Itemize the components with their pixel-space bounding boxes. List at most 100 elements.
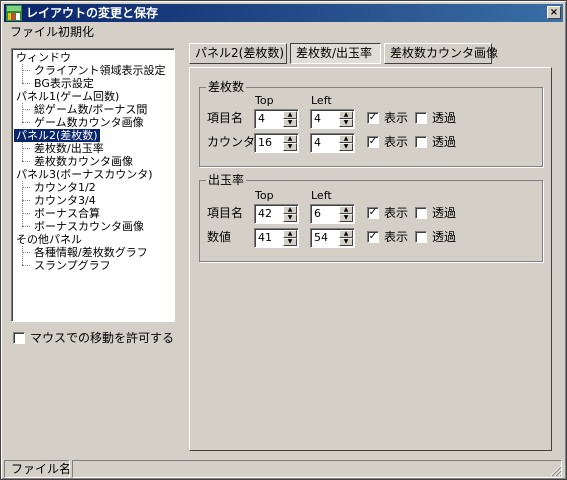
tree-connector: [22, 226, 30, 227]
samaisu-row2-left-spin[interactable]: 4 ▲ ▼: [310, 133, 355, 153]
status-filename-value: [72, 460, 562, 478]
tree-connector: [22, 252, 30, 253]
tree-node-group[interactable]: パネル1(ゲーム回数): [14, 90, 121, 103]
spin-up-icon[interactable]: ▲: [339, 206, 353, 214]
spin-down-icon[interactable]: ▼: [283, 214, 297, 222]
mouse-move-checkbox[interactable]: [13, 332, 25, 344]
spin-down-icon[interactable]: ▼: [283, 238, 297, 246]
tree-connector: [22, 181, 23, 226]
samaisu-col-left: Left: [311, 94, 332, 107]
tree-node-item[interactable]: カウンタ3/4: [32, 194, 98, 207]
spin-up-icon[interactable]: ▲: [339, 135, 353, 143]
dedama-row2-trans-label: 透過: [432, 230, 457, 244]
tree-node-item[interactable]: スランプグラフ: [32, 259, 113, 272]
tree-node-group[interactable]: ウィンドウ: [14, 51, 73, 64]
status-bar: ファイル名: [4, 459, 563, 478]
dedama-row2-show-checkbox[interactable]: ✓: [367, 231, 379, 243]
tree-connector: [22, 64, 23, 83]
tree-node-item[interactable]: 差枚数カウンタ画像: [32, 155, 135, 168]
tree-node-item[interactable]: 差枚数/出玉率: [32, 142, 106, 155]
dedama-row2-show-label: 表示: [384, 230, 409, 244]
title-bar[interactable]: レイアウトの変更と保存 ×: [4, 4, 563, 22]
close-icon: ×: [549, 7, 559, 18]
tree-connector: [22, 142, 23, 161]
tree-node-item[interactable]: ゲーム数カウンタ画像: [32, 116, 146, 129]
dedama-row1-trans-checkbox[interactable]: [415, 207, 427, 219]
samaisu-row2-top-spin[interactable]: 16 ▲ ▼: [254, 133, 299, 153]
samaisu-row1-show-checkbox[interactable]: ✓: [367, 112, 379, 124]
status-filename-label: ファイル名: [4, 460, 71, 478]
dedama-row1-show-checkbox[interactable]: ✓: [367, 207, 379, 219]
tree-node-item[interactable]: 各種情報/差枚数グラフ: [32, 246, 150, 259]
tree-node-group[interactable]: その他パネル: [14, 233, 84, 246]
spin-value: 4: [314, 136, 321, 149]
samaisu-row2-label: カウンタ: [207, 135, 256, 149]
dedama-row1-top-spin[interactable]: 42 ▲ ▼: [254, 204, 299, 224]
spin-value: 4: [258, 112, 265, 125]
samaisu-group: 差枚数: [199, 80, 543, 167]
main-window: レイアウトの変更と保存 × ファイル 初期化 ウィンドウ クライアント領域表示設定…: [0, 0, 567, 480]
samaisu-row2-trans-checkbox[interactable]: [415, 136, 427, 148]
tab-counter-image[interactable]: 差枚数カウンタ画像: [384, 43, 498, 64]
tree-node-item[interactable]: 総ゲーム数/ボーナス間: [32, 103, 149, 116]
settings-tree[interactable]: ウィンドウ クライアント領域表示設定 BG表示設定 パネル1(ゲーム回数) 総ゲーム数/…: [11, 48, 175, 322]
samaisu-row1-trans-checkbox[interactable]: [415, 112, 427, 124]
tree-connector: [22, 83, 30, 84]
close-button[interactable]: ×: [547, 6, 561, 19]
tree-node-item[interactable]: ボーナスカウンタ画像: [32, 220, 146, 233]
spin-down-icon[interactable]: ▼: [339, 119, 353, 127]
spin-up-icon[interactable]: ▲: [283, 135, 297, 143]
tree-node-item[interactable]: カウンタ1/2: [32, 181, 98, 194]
dedama-row2-top-spin[interactable]: 41 ▲ ▼: [254, 228, 299, 248]
dedama-row1-show-label: 表示: [384, 206, 409, 220]
tree-connector: [22, 70, 30, 71]
dedama-row2-trans-checkbox[interactable]: [415, 231, 427, 243]
dedama-col-left: Left: [311, 189, 332, 202]
spin-down-icon[interactable]: ▼: [339, 143, 353, 151]
tree-node-item[interactable]: クライアント領域表示設定: [32, 64, 168, 77]
tree-connector: [22, 109, 30, 110]
spin-up-icon[interactable]: ▲: [283, 206, 297, 214]
dedama-row2-left-spin[interactable]: 54 ▲ ▼: [310, 228, 355, 248]
dedama-group: 出玉率: [199, 173, 543, 262]
window-title: レイアウトの変更と保存: [26, 6, 159, 20]
spin-down-icon[interactable]: ▼: [283, 119, 297, 127]
tree-connector: [22, 200, 30, 201]
tab-panel2[interactable]: パネル2(差枚数): [189, 43, 287, 64]
tree-connector: [22, 148, 30, 149]
samaisu-row1-top-spin[interactable]: 4 ▲ ▼: [254, 109, 299, 129]
app-icon: [6, 5, 22, 21]
spin-up-icon[interactable]: ▲: [339, 230, 353, 238]
spin-down-icon[interactable]: ▼: [339, 214, 353, 222]
samaisu-row1-trans-label: 透過: [432, 111, 457, 125]
tab-samaisu-dedama[interactable]: 差枚数/出玉率: [290, 43, 381, 64]
tree-connector: [22, 265, 30, 266]
tree-connector: [22, 122, 30, 123]
spin-value: 6: [314, 207, 321, 220]
spin-down-icon[interactable]: ▼: [283, 143, 297, 151]
tree-node-item[interactable]: ボーナス合算: [32, 207, 102, 220]
samaisu-row1-left-spin[interactable]: 4 ▲ ▼: [310, 109, 355, 129]
spin-down-icon[interactable]: ▼: [339, 238, 353, 246]
samaisu-col-top: Top: [255, 94, 274, 107]
tree-node-group[interactable]: パネル3(ボーナスカウンタ): [14, 168, 155, 181]
tree-connector: [22, 103, 23, 122]
spin-up-icon[interactable]: ▲: [283, 111, 297, 119]
samaisu-row1-label: 項目名: [207, 111, 244, 125]
samaisu-row1-show-label: 表示: [384, 111, 409, 125]
tree-node-group[interactable]: パネル2(差枚数): [13, 128, 101, 143]
tree-node-item[interactable]: BG表示設定: [32, 77, 96, 90]
spin-value: 41: [258, 231, 272, 244]
samaisu-row2-show-checkbox[interactable]: ✓: [367, 136, 379, 148]
spin-up-icon[interactable]: ▲: [339, 111, 353, 119]
tree-connector: [22, 187, 30, 188]
mouse-move-label: マウスでの移動を許可する: [30, 331, 175, 345]
spin-up-icon[interactable]: ▲: [283, 230, 297, 238]
dedama-col-top: Top: [255, 189, 274, 202]
spin-value: 4: [314, 112, 321, 125]
resize-grip-icon[interactable]: [550, 465, 562, 477]
menu-init[interactable]: 初期化: [54, 24, 98, 40]
dedama-row1-trans-label: 透過: [432, 206, 457, 220]
dedama-row1-left-spin[interactable]: 6 ▲ ▼: [310, 204, 355, 224]
spin-value: 54: [314, 231, 328, 244]
